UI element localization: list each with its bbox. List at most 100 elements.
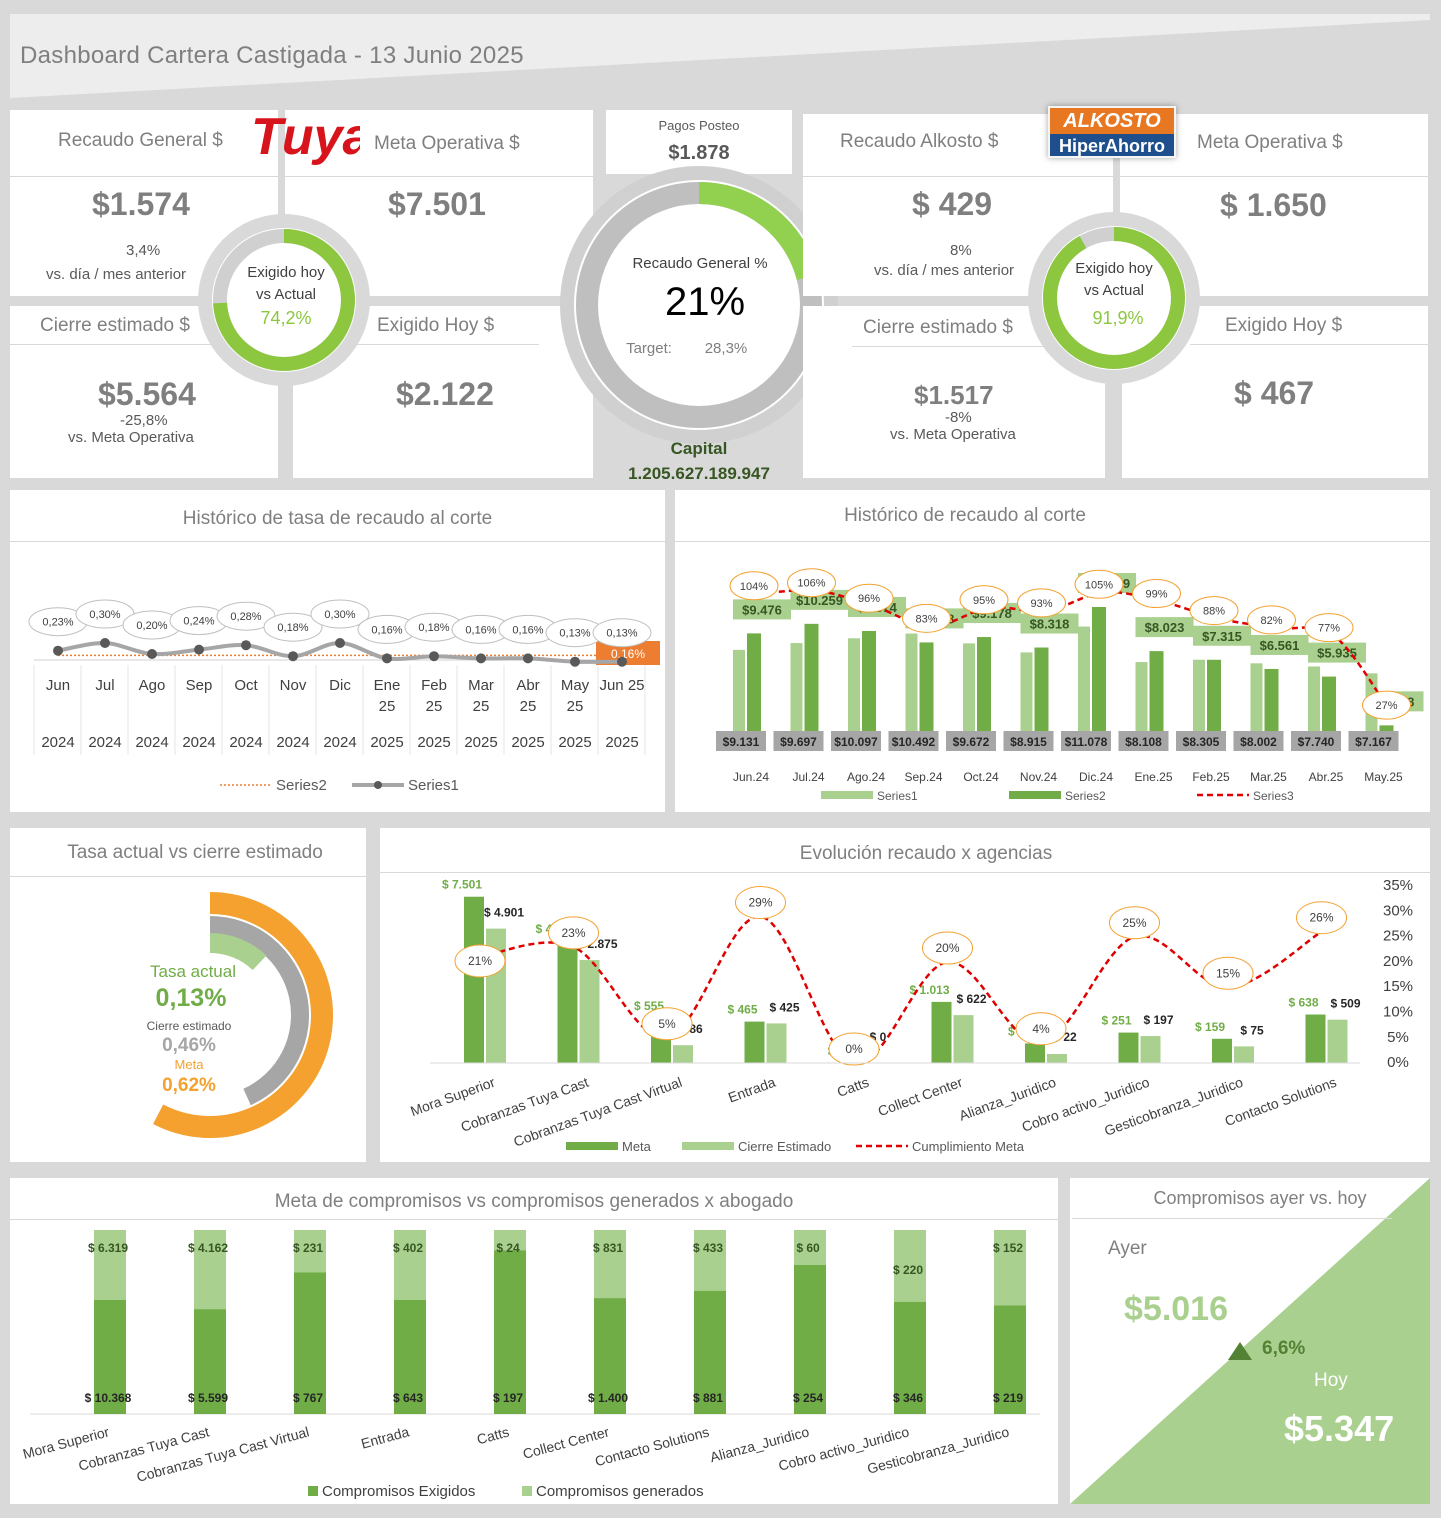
series1-point: [570, 656, 580, 667]
cierre-label: $ 4.901: [484, 906, 524, 920]
month-tick: Ene: [374, 677, 401, 694]
series1-label: $10.492: [892, 735, 936, 749]
alkosto-logo-line2: HiperAhorro: [1058, 136, 1165, 156]
right-axis-tick: 30%: [1383, 902, 1413, 919]
generados-label: $ 433: [693, 1241, 723, 1255]
series1-point: [523, 653, 533, 664]
month-tick: Jun: [46, 677, 70, 694]
series1-label: 0,16%: [512, 624, 543, 636]
series1-label: 0,30%: [324, 609, 355, 621]
generados-label: $ 6.319: [88, 1241, 128, 1255]
category-tick: Feb.25: [1192, 770, 1230, 784]
series1-label: $8.108: [1125, 735, 1162, 749]
tuya-ring-line2: vs Actual: [255, 286, 317, 303]
exigidos-label: $ 346: [893, 1391, 923, 1405]
alkosto-cierre-value: $1.517: [914, 380, 994, 410]
series1-point: [382, 653, 392, 664]
year-tick: 2025: [511, 734, 544, 751]
meta-label: $ 465: [727, 1003, 757, 1017]
year-tick: 2024: [276, 734, 309, 751]
alkosto-cierre-change: -8%: [945, 409, 972, 426]
month-suffix-tick: 25: [426, 698, 443, 715]
series1-point: [335, 638, 345, 648]
series1-label: $7.167: [1355, 735, 1392, 749]
category-tick: Contacto Solutions: [593, 1423, 711, 1469]
exigidos-label: $ 5.599: [188, 1391, 228, 1405]
recaudo-general-value: 21%: [664, 280, 746, 324]
right-axis-tick: 25%: [1383, 928, 1413, 945]
pagos-label: Pagos Posteo: [658, 118, 740, 133]
exigidos-label: $ 219: [993, 1391, 1023, 1405]
year-tick: 2024: [323, 734, 356, 751]
year-tick: 2025: [370, 734, 403, 751]
generados-label: $ 831: [593, 1241, 623, 1255]
alkosto-meta-label: Meta Operativa $: [1197, 132, 1343, 153]
tuya-recaudo-change-label: vs. día / mes anterior: [46, 266, 187, 283]
series3-label: 95%: [973, 595, 995, 607]
tasa-actual-arc: [209, 933, 267, 971]
tuya-cierre-change-label: vs. Meta Operativa: [68, 429, 194, 446]
month-suffix-tick: 25: [567, 698, 584, 715]
cumplimiento-label: 23%: [561, 926, 585, 940]
series1-point: [476, 653, 486, 664]
meta-bar: [931, 1001, 952, 1063]
target-value: 28,3%: [704, 340, 748, 357]
series1-label: 0,16%: [371, 624, 402, 636]
year-tick: 2024: [229, 734, 262, 751]
exigidos-label: $ 881: [693, 1391, 723, 1405]
category-tick: Entrada: [359, 1423, 411, 1451]
month-suffix-tick: 25: [520, 698, 537, 715]
month-tick: Dic: [329, 677, 351, 694]
cierre-label: $ 509: [1330, 997, 1360, 1011]
series1-label: 0,16%: [465, 624, 496, 636]
series1-label: $8.915: [1010, 735, 1047, 749]
alkosto-cierre-label: Cierre estimado $: [863, 317, 1013, 338]
cierre-value: 0,46%: [162, 1035, 216, 1056]
series1-point: [617, 656, 627, 667]
category-tick: May.25: [1364, 770, 1403, 784]
cumplimiento-label: 4%: [1032, 1022, 1050, 1036]
year-tick: 2025: [558, 734, 591, 751]
series3-label: 82%: [1260, 615, 1282, 627]
series1-label: 0,28%: [230, 611, 261, 623]
series2-label: $6.561: [1260, 638, 1300, 653]
month-tick: Jul: [95, 677, 114, 694]
series1-label: 0,18%: [277, 622, 308, 634]
exigidos-label: $ 643: [393, 1391, 423, 1405]
alkosto-exigido-value: $ 467: [1234, 375, 1315, 411]
hoy-label: Hoy: [1314, 1370, 1348, 1391]
meta-bar: [1305, 1014, 1326, 1063]
legend-exigidos-swatch: [308, 1486, 318, 1496]
series2-label: $5.935: [1317, 646, 1357, 661]
cumplimiento-label: 25%: [1122, 916, 1146, 930]
series1-label: 0,20%: [136, 620, 167, 632]
tasa-cierre-title: Tasa actual vs cierre estimado: [67, 842, 323, 863]
year-tick: 2024: [88, 734, 121, 751]
tuya-recaudo-value: $1.574: [92, 186, 190, 222]
meta-bar: [744, 1021, 765, 1063]
dashboard-title: Dashboard Cartera Castigada - 13 Junio 2…: [20, 42, 524, 69]
hoy-value: $5.347: [1284, 1408, 1395, 1449]
series1-label: 0,13%: [606, 628, 637, 640]
cierre-bar: [579, 960, 600, 1063]
series1-label: 0,18%: [418, 622, 449, 634]
cierre-bar: [673, 1045, 693, 1063]
legend-exigidos: Compromisos Exigidos: [322, 1483, 475, 1500]
legend-generados-swatch: [522, 1486, 532, 1496]
meta-label: $ 638: [1288, 996, 1318, 1010]
meta-bar: [1212, 1038, 1232, 1063]
meta-value: 0,62%: [162, 1075, 216, 1096]
meta-label: $ 251: [1101, 1014, 1131, 1028]
recaudo-history-title: Histórico de recaudo al corte: [844, 505, 1086, 526]
month-tick: Nov: [280, 677, 307, 694]
series2-label: $9.476: [742, 602, 782, 617]
tuya-cierre-change: -25,8%: [120, 412, 168, 429]
alkosto-cierre-change-label: vs. Meta Operativa: [890, 426, 1016, 443]
series1-point: [194, 644, 204, 655]
series2-label: $8.023: [1145, 620, 1185, 635]
cierre-bar: [953, 1015, 974, 1063]
cumplimiento-label: 29%: [748, 896, 772, 910]
month-tick: Feb: [421, 677, 447, 694]
legend-series1-dot: [374, 781, 382, 789]
exigidos-label: $ 1.400: [588, 1391, 628, 1405]
